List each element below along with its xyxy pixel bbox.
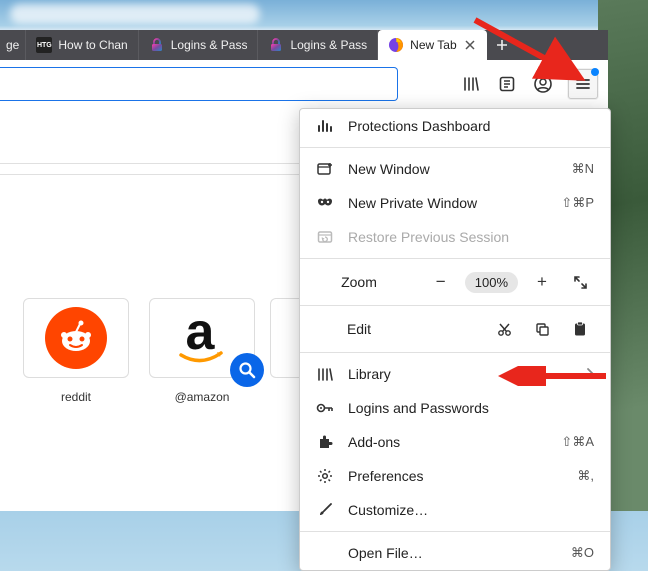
- menu-shortcut: ⇧⌘P: [561, 195, 594, 211]
- menu-label: Preferences: [348, 468, 563, 484]
- zoom-in-button[interactable]: +: [528, 268, 556, 296]
- menu-separator: [300, 147, 610, 148]
- new-tab-content: reddit a @amazon: [0, 108, 310, 511]
- top-site-reddit[interactable]: reddit: [18, 298, 134, 404]
- menu-shortcut: ⇧⌘A: [561, 434, 594, 450]
- close-icon[interactable]: [463, 38, 477, 52]
- amazon-icon: a: [171, 307, 233, 369]
- toolbar: [0, 60, 608, 108]
- menu-restore-session: Restore Previous Session: [300, 220, 610, 254]
- top-site-partial[interactable]: [270, 298, 300, 404]
- tab-item[interactable]: HTG How to Chan: [26, 30, 138, 60]
- site-tile: a: [149, 298, 255, 378]
- menu-label: Library: [348, 366, 572, 382]
- reddit-icon: [45, 307, 107, 369]
- zoom-label: Zoom: [316, 274, 386, 290]
- paintbrush-icon: [316, 501, 334, 519]
- menu-zoom-row: Zoom − 100% +: [300, 263, 610, 301]
- library-icon: [316, 365, 334, 383]
- copy-button[interactable]: [528, 315, 556, 343]
- top-site-amazon[interactable]: a @amazon: [144, 298, 260, 404]
- tab-item[interactable]: ge: [0, 30, 26, 60]
- notification-dot: [591, 68, 599, 76]
- menu-label: Open File…: [348, 545, 557, 561]
- site-tile: [23, 298, 129, 378]
- zoom-value[interactable]: 100%: [465, 272, 518, 293]
- notification-dot: [548, 71, 556, 79]
- tab-label: Logins & Pass: [290, 38, 367, 52]
- menu-separator: [300, 352, 610, 353]
- menu-customize[interactable]: Customize…: [300, 493, 610, 527]
- edit-label: Edit: [316, 321, 386, 337]
- menu-label: Add-ons: [348, 434, 547, 450]
- fullscreen-button[interactable]: [566, 268, 594, 296]
- puzzle-icon: [316, 433, 334, 451]
- lock-gradient-icon: [268, 37, 284, 53]
- menu-shortcut: ⌘N: [572, 161, 594, 177]
- account-icon[interactable]: [532, 73, 554, 95]
- library-icon[interactable]: [460, 73, 482, 95]
- tab-item-active[interactable]: New Tab: [378, 30, 486, 60]
- menu-label: Protections Dashboard: [348, 118, 594, 134]
- cut-button[interactable]: [490, 315, 518, 343]
- svg-text:a: a: [186, 307, 216, 361]
- menu-separator: [300, 531, 610, 532]
- url-bar[interactable]: [0, 67, 398, 101]
- menu-open-file[interactable]: Open File… ⌘O: [300, 536, 610, 570]
- zoom-out-button[interactable]: −: [427, 268, 455, 296]
- window-plus-icon: [316, 160, 334, 178]
- menu-label: Logins and Passwords: [348, 400, 594, 416]
- mask-icon: [316, 194, 334, 212]
- paste-button[interactable]: [566, 315, 594, 343]
- menu-protections[interactable]: Protections Dashboard: [300, 109, 610, 143]
- menu-logins-passwords[interactable]: Logins and Passwords: [300, 391, 610, 425]
- menu-separator: [300, 258, 610, 259]
- app-menu-panel: Protections Dashboard New Window ⌘N New …: [299, 108, 611, 571]
- menu-preferences[interactable]: Preferences ⌘,: [300, 459, 610, 493]
- menu-shortcut: ⌘O: [571, 545, 594, 561]
- dashboard-icon: [316, 117, 334, 135]
- tab-label: How to Chan: [58, 38, 127, 52]
- gear-icon: [316, 467, 334, 485]
- menu-separator: [300, 305, 610, 306]
- lock-gradient-icon: [149, 37, 165, 53]
- tab-item[interactable]: Logins & Pass: [258, 30, 378, 60]
- site-label: reddit: [61, 390, 91, 404]
- tab-label: New Tab: [410, 38, 456, 52]
- menu-label: New Private Window: [348, 195, 547, 211]
- blank-icon: [316, 544, 334, 562]
- menu-label: Restore Previous Session: [348, 229, 594, 245]
- menu-addons[interactable]: Add-ons ⇧⌘A: [300, 425, 610, 459]
- tab-bar: ge HTG How to Chan Logins & Pass Logins …: [0, 30, 608, 60]
- app-menu-button[interactable]: [568, 69, 598, 99]
- reader-icon[interactable]: [496, 73, 518, 95]
- menu-library[interactable]: Library: [300, 357, 610, 391]
- site-label: @amazon: [175, 390, 230, 404]
- key-icon: [316, 399, 334, 417]
- tab-label: ge: [6, 38, 19, 52]
- search-badge-icon: [230, 353, 264, 387]
- separator-bar: [0, 163, 310, 175]
- site-tile: [270, 298, 300, 378]
- chevron-right-icon: [586, 366, 594, 382]
- htg-icon: HTG: [36, 37, 52, 53]
- menu-new-window[interactable]: New Window ⌘N: [300, 152, 610, 186]
- menu-label: New Window: [348, 161, 558, 177]
- restore-icon: [316, 228, 334, 246]
- tab-item[interactable]: Logins & Pass: [139, 30, 259, 60]
- menu-new-private[interactable]: New Private Window ⇧⌘P: [300, 186, 610, 220]
- menu-label: Customize…: [348, 502, 594, 518]
- tab-label: Logins & Pass: [171, 38, 248, 52]
- firefox-icon: [388, 37, 404, 53]
- desktop-sky: [0, 0, 648, 32]
- menu-edit-row: Edit: [300, 310, 610, 348]
- new-tab-button[interactable]: [487, 30, 517, 60]
- menu-shortcut: ⌘,: [577, 468, 594, 484]
